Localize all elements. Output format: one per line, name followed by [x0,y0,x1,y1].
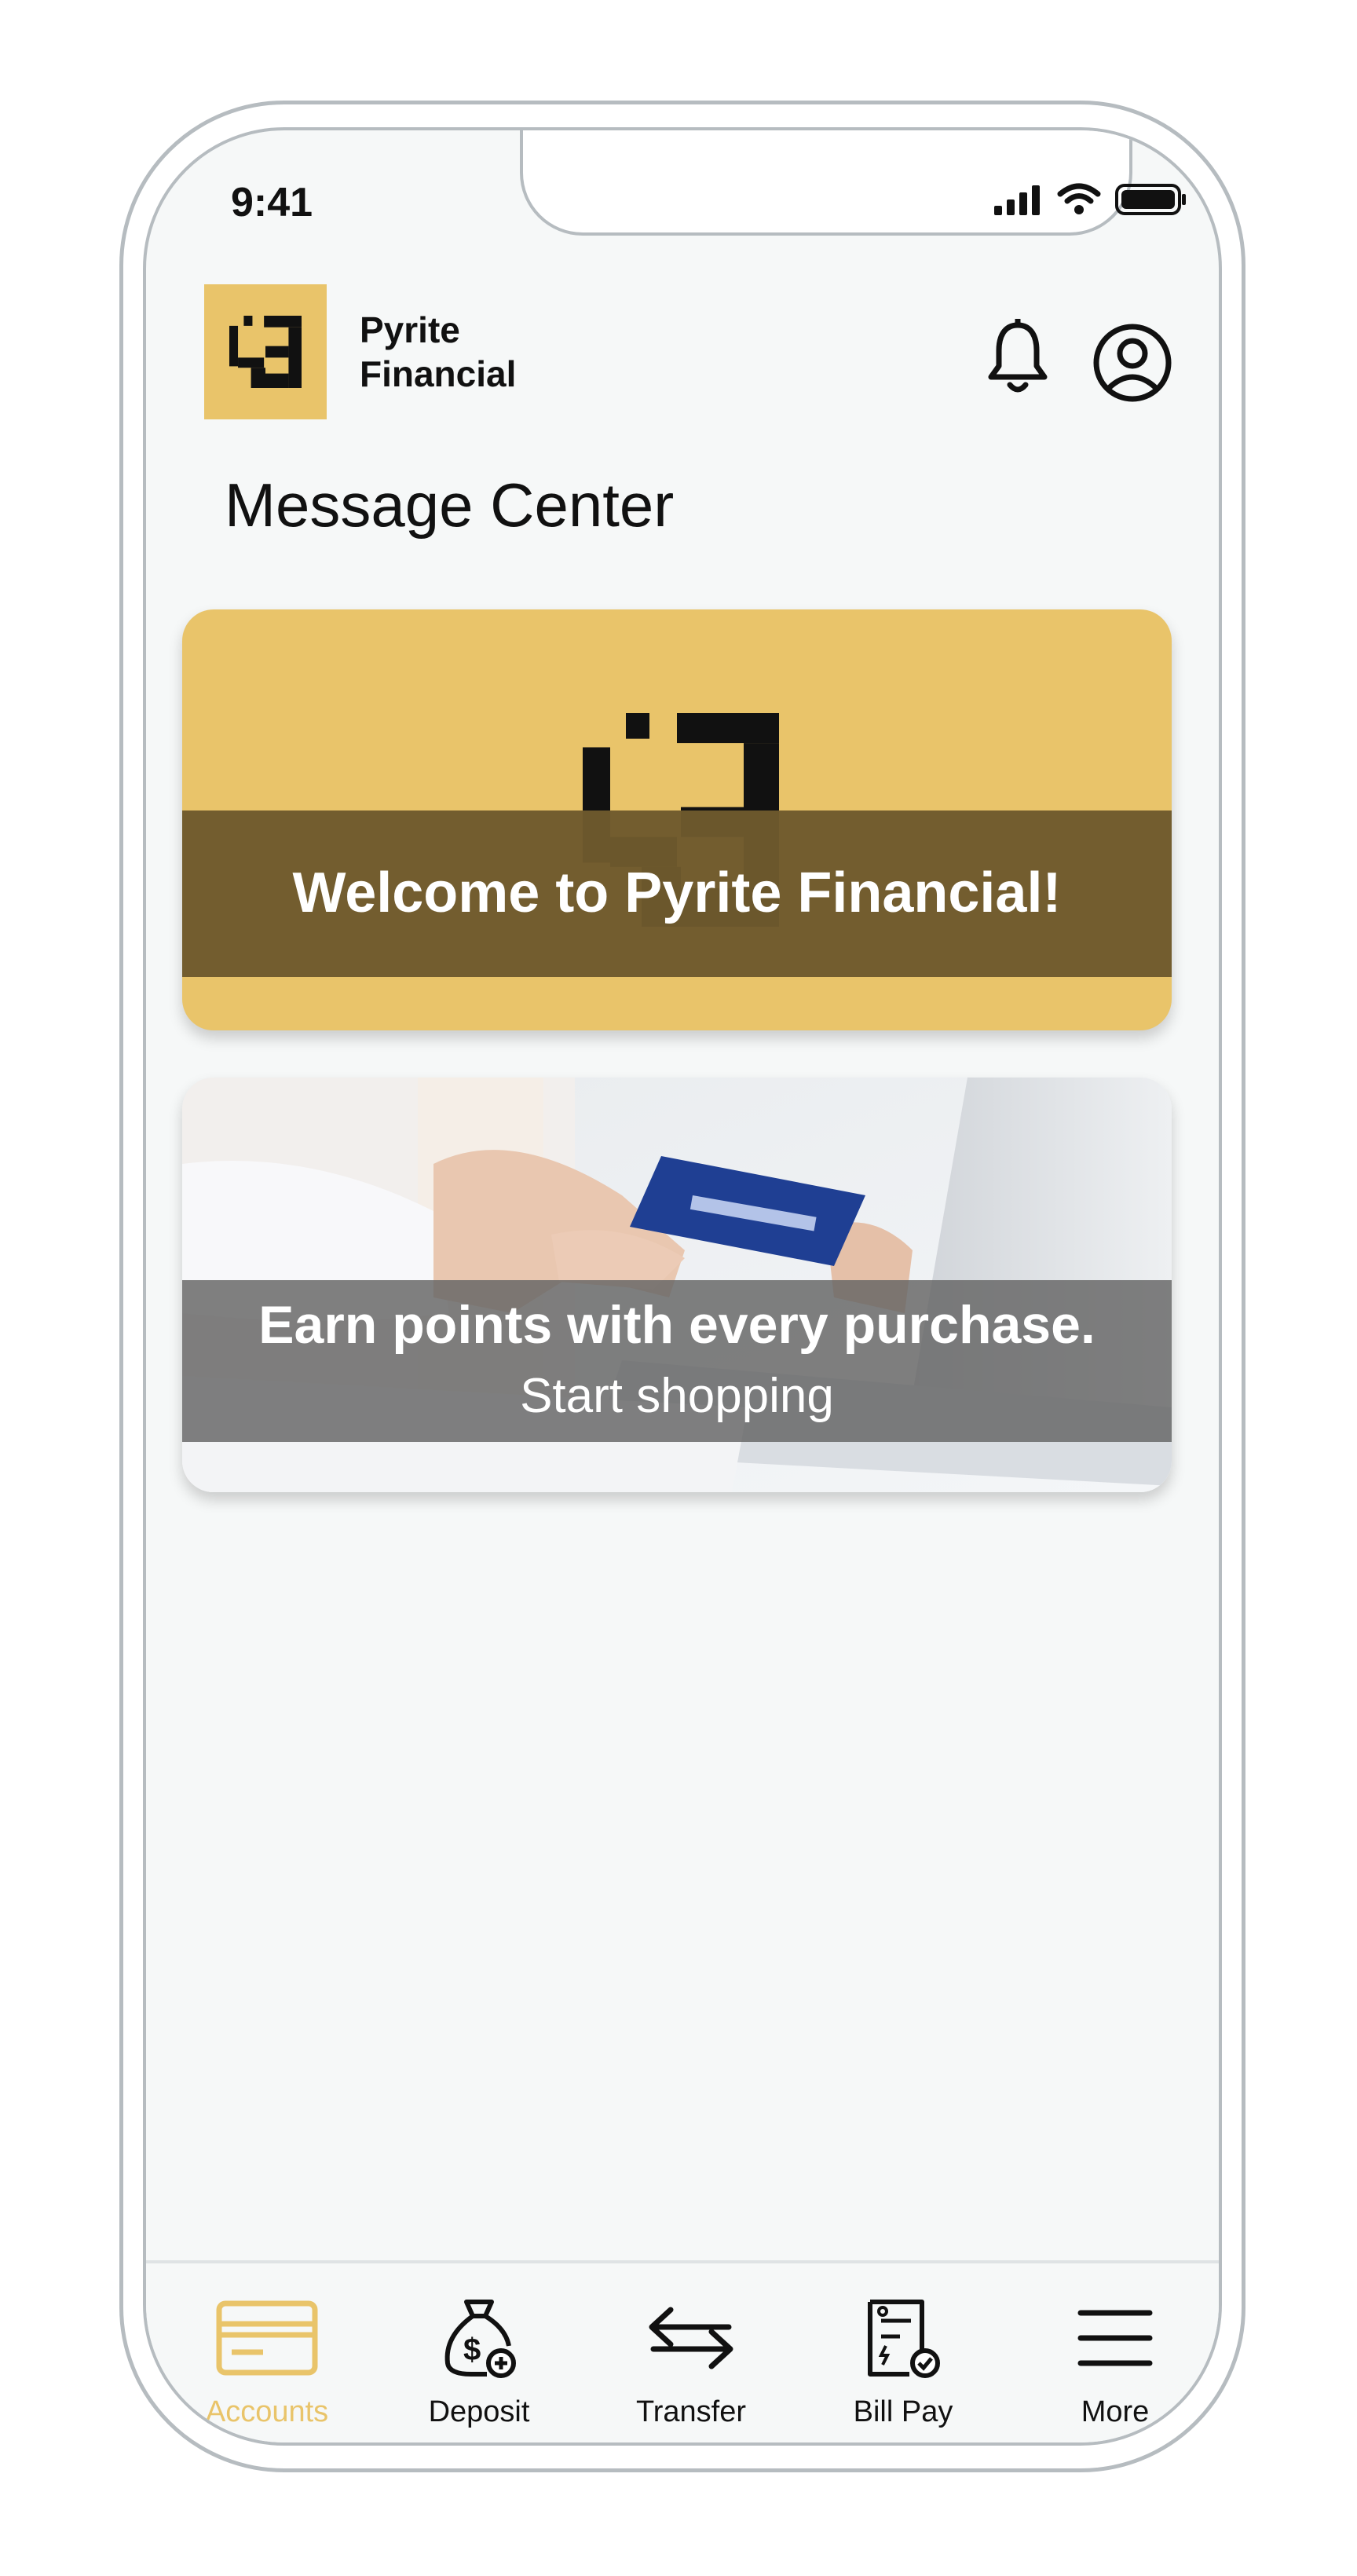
nav-label: Transfer [635,2395,747,2428]
phone-screen: 9:41 Pyrite Financial Message Center Wel… [143,127,1222,2446]
bell-icon [988,316,1048,393]
brand-name: Pyrite Financial [360,308,516,396]
pyrite-logo-icon [229,316,302,388]
user-circle-icon [1093,324,1172,402]
signal-icon [993,184,1043,219]
brand-logo[interactable] [204,284,327,419]
wifi-icon [1057,183,1101,220]
status-icons [993,182,1187,221]
menu-icon [1077,2310,1153,2366]
nav-item-bill-pay[interactable]: Bill Pay [817,2295,989,2429]
notifications-button[interactable] [986,316,1049,394]
message-card-promo[interactable]: Earn points with every purchase. Start s… [182,1078,1172,1492]
message-card-welcome[interactable]: Welcome to Pyrite Financial! [182,609,1172,1030]
nav-label: More [1081,2395,1150,2428]
bottom-nav: Accounts $ Deposit Transfer Bill Pay Mor… [146,2260,1219,2442]
nav-item-deposit[interactable]: $ Deposit [393,2295,565,2429]
bill-icon [868,2300,940,2378]
battery-icon [1115,182,1187,221]
nav-item-accounts[interactable]: Accounts [181,2295,353,2429]
card-icon [216,2300,318,2376]
message-title: Earn points with every purchase. [258,1295,1095,1355]
money-bag-icon: $ [444,2300,516,2378]
nav-label: Bill Pay [853,2395,953,2428]
profile-button[interactable] [1092,322,1173,404]
status-time: 9:41 [231,180,313,225]
page-title: Message Center [225,470,675,540]
transfer-arrows-icon [649,2307,733,2369]
nav-item-transfer[interactable]: Transfer [605,2295,777,2429]
nav-item-more[interactable]: More [1029,2295,1202,2429]
message-title: Welcome to Pyrite Financial! [292,862,1062,924]
nav-label: Deposit [428,2395,530,2428]
svg-text:$: $ [463,2333,481,2367]
nav-label: Accounts [205,2395,329,2428]
message-subtitle-link[interactable]: Start shopping [182,1368,1172,1424]
brand-name-line2: Financial [360,353,517,394]
brand-name-line1: Pyrite [360,309,460,350]
